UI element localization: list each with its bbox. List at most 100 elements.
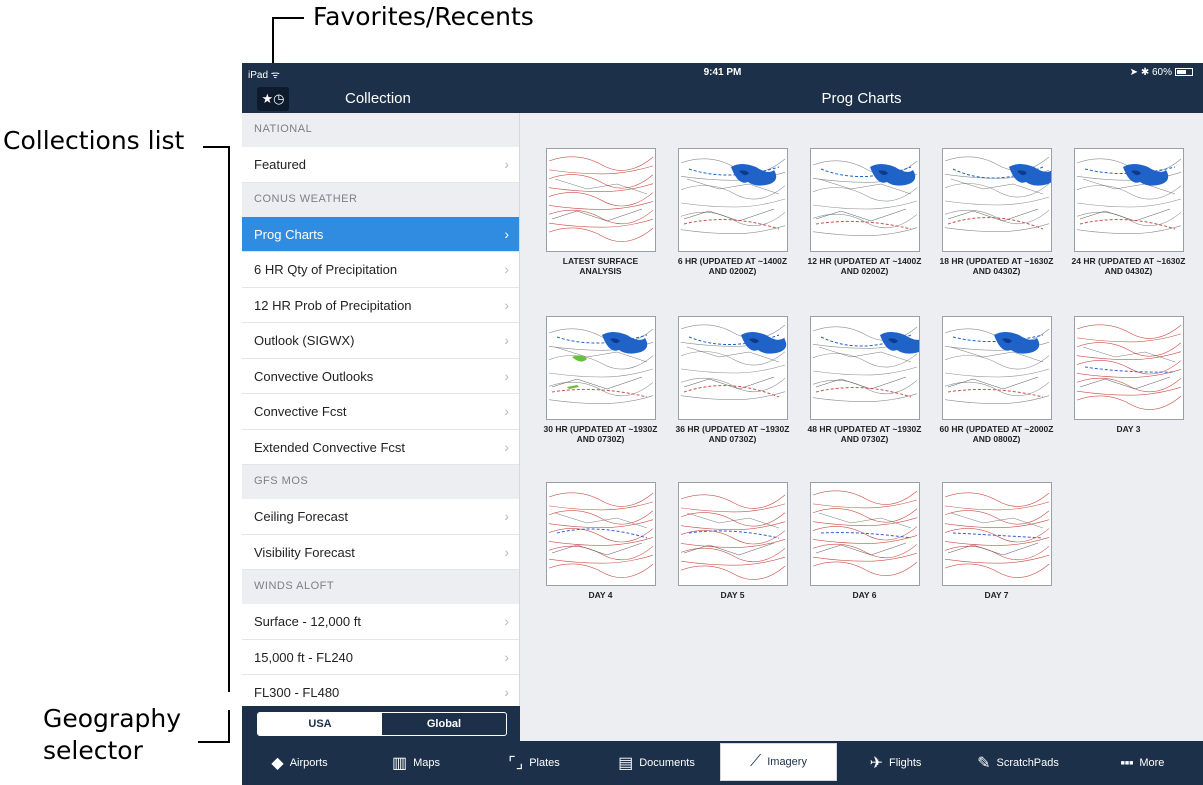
collection-item-label: Outlook (SIGWX) xyxy=(254,333,355,348)
collection-item[interactable]: Visibility Forecast › xyxy=(242,534,519,570)
chart-thumbnail[interactable]: DAY 7 xyxy=(939,482,1054,600)
flights-plane-icon: ✈ xyxy=(869,755,883,772)
chart-grid: LATEST SURFACE ANALYSIS 6 HR (UPDATED AT … xyxy=(521,113,1203,741)
chart-caption: 24 HR (UPDATED AT ~1630Z AND 0430Z) xyxy=(1071,256,1186,276)
tab-label: Imagery xyxy=(767,756,807,768)
geography-global-button[interactable]: Global xyxy=(382,713,506,735)
weather-chart-image xyxy=(545,148,656,252)
favorites-recents-button[interactable]: ★◷ xyxy=(257,87,289,111)
collections-callout-line-v xyxy=(228,146,230,692)
chart-thumbnail[interactable]: 48 HR (UPDATED AT ~1930Z AND 0730Z) xyxy=(807,316,922,444)
chart-caption: 12 HR (UPDATED AT ~1400Z AND 0200Z) xyxy=(807,256,922,276)
tab-more[interactable]: ■■■ More xyxy=(1082,741,1203,785)
collection-item-label: Surface - 12,000 ft xyxy=(254,614,361,629)
collection-item[interactable]: 15,000 ft - FL240 › xyxy=(242,639,519,675)
collection-item-label: Convective Fcst xyxy=(254,404,347,419)
section-header: GFS MOS xyxy=(242,465,519,499)
chart-thumbnail[interactable]: 60 HR (UPDATED AT ~2000Z AND 0800Z) xyxy=(939,316,1054,444)
more-dots-icon: ■■■ xyxy=(1120,759,1134,767)
section-header: WINDS ALOFT xyxy=(242,570,519,604)
weather-chart-image xyxy=(941,482,1052,586)
status-bar: iPad ᯤ 9:41 PM ➤ ✱ 60% xyxy=(242,63,1203,83)
tab-imagery[interactable]: ⟋ Imagery xyxy=(720,743,837,781)
collection-item[interactable]: Featured › xyxy=(242,147,519,183)
collection-item-label: 15,000 ft - FL240 xyxy=(254,649,354,665)
weather-chart-image xyxy=(809,482,920,586)
chevron-right-icon: › xyxy=(504,684,509,700)
chevron-right-icon: › xyxy=(504,613,509,629)
collection-item[interactable]: Convective Outlooks › xyxy=(242,358,519,394)
documents-icon: ▤ xyxy=(618,755,634,772)
tab-airports[interactable]: ◆ Airports xyxy=(242,741,357,785)
geography-callout-line1: Geography xyxy=(43,704,182,733)
chart-thumbnail[interactable]: 24 HR (UPDATED AT ~1630Z AND 0430Z) xyxy=(1071,148,1186,276)
collection-item[interactable]: 6 HR Qty of Precipitation › xyxy=(242,252,519,288)
collection-item[interactable]: FL300 - FL480 › xyxy=(242,675,519,706)
chart-thumbnail[interactable]: 36 HR (UPDATED AT ~1930Z AND 0730Z) xyxy=(675,316,790,444)
chart-caption: DAY 6 xyxy=(852,590,877,600)
pencil-icon: ✎ xyxy=(977,755,991,772)
tab-scratchpads[interactable]: ✎ ScratchPads xyxy=(954,741,1082,785)
tab-documents[interactable]: ▤ Documents xyxy=(593,741,720,785)
collection-item[interactable]: 12 HR Prob of Precipitation › xyxy=(242,287,519,323)
favorites-callout: Favorites/Recents xyxy=(313,2,534,31)
chart-thumbnail[interactable]: 18 HR (UPDATED AT ~1630Z AND 0430Z) xyxy=(939,148,1054,276)
collection-item[interactable]: Outlook (SIGWX) › xyxy=(242,323,519,359)
collection-item-label: Extended Convective Fcst xyxy=(254,439,406,455)
geography-callout-line-v xyxy=(228,710,230,743)
chart-caption: 18 HR (UPDATED AT ~1630Z AND 0430Z) xyxy=(939,256,1054,276)
weather-chart-image xyxy=(809,316,920,420)
collection-item[interactable]: Prog Charts › xyxy=(242,216,519,252)
chart-thumbnail[interactable]: DAY 6 xyxy=(807,482,922,600)
chart-thumbnail[interactable]: DAY 5 xyxy=(675,482,790,600)
chart-thumbnail[interactable]: DAY 3 xyxy=(1071,316,1186,434)
chart-thumbnail[interactable]: DAY 4 xyxy=(543,482,658,600)
tab-plates[interactable]: ⌜⌟ Plates xyxy=(475,741,593,785)
map-icon: ▥ xyxy=(391,755,408,772)
chevron-right-icon: › xyxy=(504,332,509,348)
chevron-right-icon: › xyxy=(504,438,509,455)
chart-caption: 6 HR (UPDATED AT ~1400Z AND 0200Z) xyxy=(677,256,788,276)
ipad-screen: iPad ᯤ 9:41 PM ➤ ✱ 60% ★◷ Collection Pro… xyxy=(242,63,1203,785)
collection-item-label: Featured xyxy=(254,157,307,172)
geography-callout-line-h xyxy=(198,741,230,743)
tab-flights[interactable]: ✈ Flights xyxy=(837,741,954,785)
status-right: ➤ ✱ 60% xyxy=(1130,67,1193,78)
collection-item-label: Prog Charts xyxy=(254,226,324,242)
chart-caption: 36 HR (UPDATED AT ~1930Z AND 0730Z) xyxy=(675,424,790,444)
chart-thumbnail[interactable]: 6 HR (UPDATED AT ~1400Z AND 0200Z) xyxy=(675,148,790,276)
battery-icon xyxy=(1175,68,1193,77)
chevron-right-icon: › xyxy=(504,648,509,665)
weather-chart-image xyxy=(677,482,788,586)
chart-caption: 60 HR (UPDATED AT ~2000Z AND 0800Z) xyxy=(939,424,1054,444)
collections-callout: Collections list xyxy=(3,126,185,155)
weather-chart-image xyxy=(545,316,656,420)
collection-item[interactable]: Ceiling Forecast › xyxy=(242,499,519,535)
tab-maps[interactable]: ▥ Maps xyxy=(357,741,475,785)
chart-thumbnail[interactable]: 30 HR (UPDATED AT ~1930Z AND 0730Z) xyxy=(543,316,658,444)
geography-usa-button[interactable]: USA xyxy=(258,713,382,735)
collection-item[interactable]: Extended Convective Fcst › xyxy=(242,429,519,465)
chart-thumbnail[interactable]: 12 HR (UPDATED AT ~1400Z AND 0200Z) xyxy=(807,148,922,276)
collections-callout-line-h xyxy=(203,146,230,148)
geography-callout-line2: selector xyxy=(43,736,143,765)
collection-item-label: 6 HR Qty of Precipitation xyxy=(254,262,398,277)
chevron-right-icon: › xyxy=(504,261,509,277)
chart-caption: DAY 7 xyxy=(984,590,1009,600)
chevron-right-icon: › xyxy=(504,403,509,419)
chart-caption: 48 HR (UPDATED AT ~1930Z AND 0730Z) xyxy=(807,424,922,444)
chevron-right-icon: › xyxy=(504,367,509,384)
tab-label: Flights xyxy=(889,757,922,769)
collection-item[interactable]: Surface - 12,000 ft › xyxy=(242,604,519,640)
airport-diamond-icon: ◆ xyxy=(271,755,284,772)
collection-item-label: Convective Outlooks xyxy=(254,368,374,384)
collection-item-label: 12 HR Prob of Precipitation xyxy=(254,297,412,313)
collection-item-label: FL300 - FL480 xyxy=(254,685,340,700)
chart-caption: DAY 3 xyxy=(1116,424,1141,434)
section-header: CONUS WEATHER xyxy=(242,182,519,217)
weather-chart-image xyxy=(545,482,656,586)
chart-thumbnail[interactable]: LATEST SURFACE ANALYSIS xyxy=(543,148,658,276)
imagery-chart-icon: ⟋ xyxy=(750,753,762,770)
collection-item[interactable]: Convective Fcst › xyxy=(242,394,519,430)
chart-caption: LATEST SURFACE ANALYSIS xyxy=(562,256,639,276)
